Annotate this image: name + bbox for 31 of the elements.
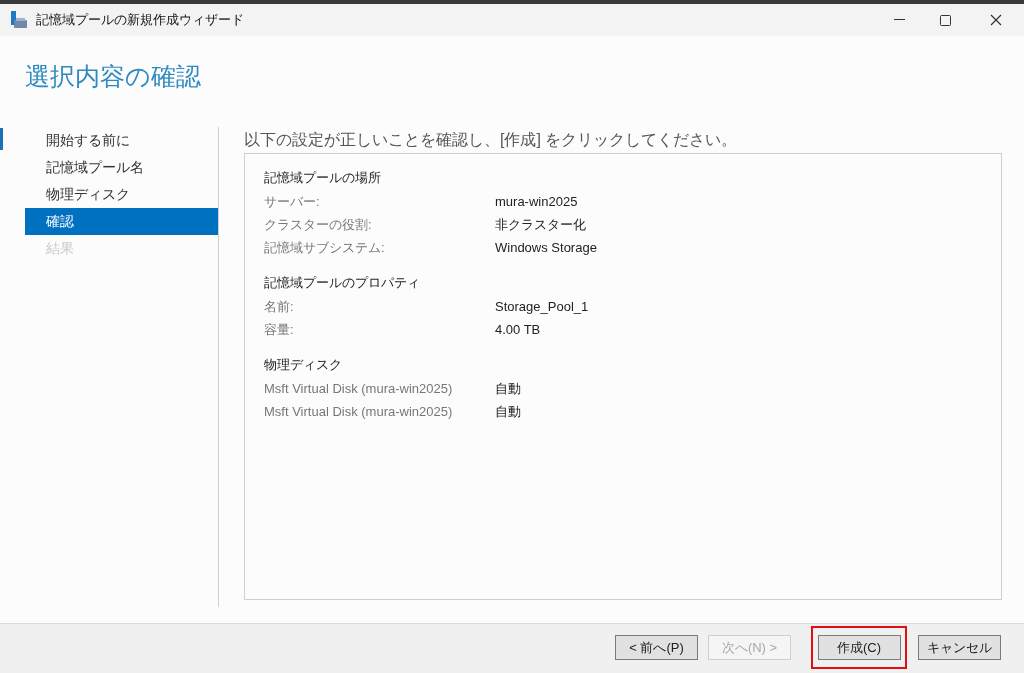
section-title: 記憶域プールの場所 (264, 169, 382, 188)
minimize-icon (893, 19, 905, 21)
property-value: Storage_Pool_1 (495, 297, 589, 316)
page-heading: 選択内容の確認 (25, 60, 201, 92)
property-label: 容量: (264, 320, 295, 339)
property-value: Windows Storage (495, 238, 597, 257)
property-value: 非クラスター化 (495, 215, 586, 234)
property-label: クラスターの役割: (264, 215, 373, 234)
wizard-button[interactable]: 作成(C) (817, 635, 901, 660)
sidebar-item[interactable]: 物理ディスク (25, 181, 218, 208)
property-label: サーバー: (264, 192, 321, 211)
close-icon (990, 14, 1002, 26)
section-title: 記憶域プールのプロパティ (264, 274, 421, 293)
property-label: 記憶域サブシステム: (264, 238, 386, 257)
property-value: 自動 (495, 379, 521, 398)
sidebar-item[interactable]: 記憶域プール名 (25, 154, 218, 181)
property-value: 自動 (495, 402, 521, 421)
sidebar-item[interactable]: 開始する前に (25, 127, 218, 154)
property-label: Msft Virtual Disk (mura-win2025) (264, 379, 454, 398)
property-value: 4.00 TB (495, 320, 541, 339)
property-label: 名前: (264, 297, 295, 316)
wizard-button[interactable]: < 前へ(P) (615, 635, 698, 660)
cancel-button[interactable]: キャンセル (918, 635, 1001, 660)
storage-pool-icon (10, 11, 28, 29)
sidebar-item[interactable]: 確認 (25, 208, 218, 235)
property-label: Msft Virtual Disk (mura-win2025) (264, 402, 454, 421)
section-title: 物理ディスク (264, 356, 343, 375)
instruction-text: 以下の設定が正しいことを確認し、[作成] をクリックしてください。 (244, 130, 739, 150)
property-value: mura-win2025 (495, 192, 578, 211)
window-title: 記憶域プールの新規作成ウィザード (36, 11, 244, 30)
maximize-icon (939, 14, 951, 26)
